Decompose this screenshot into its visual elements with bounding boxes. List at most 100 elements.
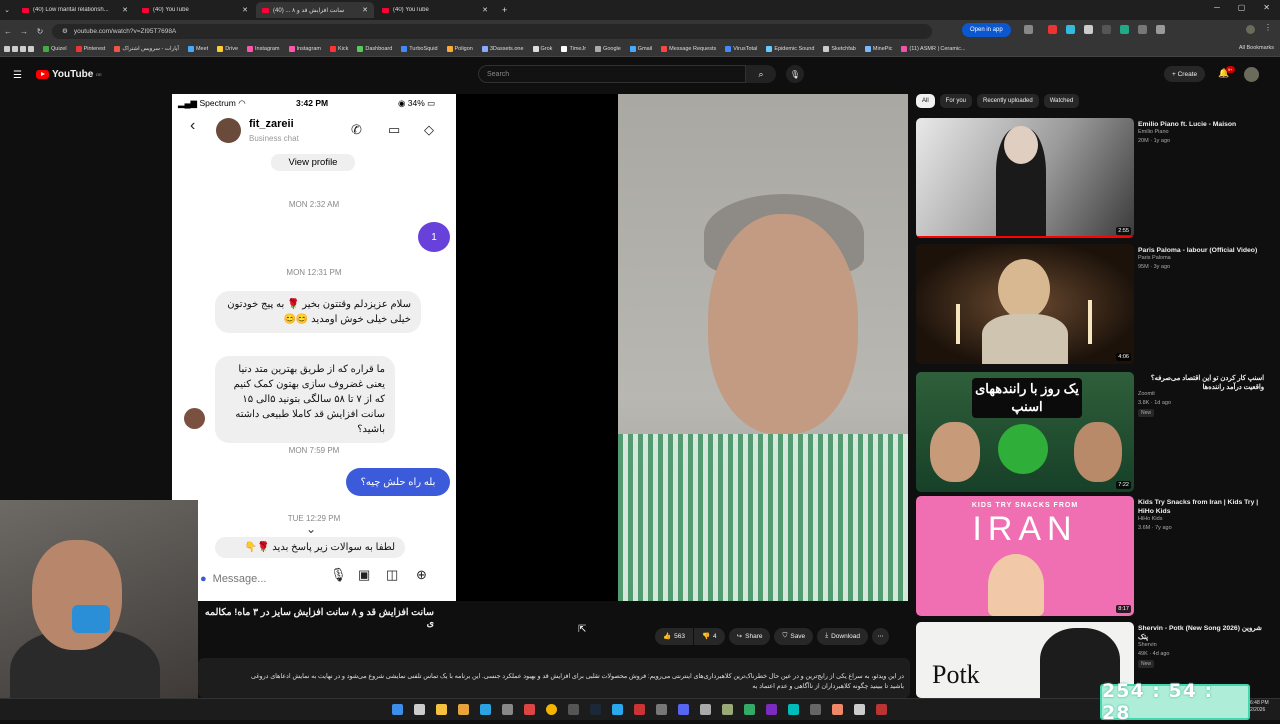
bookmark-item[interactable]: Message Requests	[661, 46, 716, 52]
minimize-icon[interactable]: ─	[1214, 3, 1220, 12]
video-thumbnail[interactable]: یک روز با رانندههای اسنپ 7:22	[916, 372, 1134, 492]
card-title[interactable]: Shervin - Potk (New Song 2026) شروین پتک	[1138, 624, 1264, 642]
new-tab-button[interactable]: +	[502, 5, 507, 15]
bookmark-item[interactable]: Pinterest	[75, 46, 105, 52]
download-button[interactable]: ⤓ Download	[817, 627, 868, 645]
youtube-logo[interactable]: YouTube DE	[36, 69, 102, 80]
dislike-button[interactable]: 👎 4	[693, 627, 725, 645]
tab-search-icon[interactable]: ⌄	[0, 6, 14, 14]
video-description[interactable]: در این ویدئو، به سراغ یکی از رایج‌ترین و…	[198, 658, 910, 698]
bookmark-item[interactable]: (11) ASMR | Ceramic...	[901, 46, 965, 52]
chip-recently-uploaded[interactable]: Recently uploaded	[977, 94, 1039, 108]
bookmark-item[interactable]: TimeJr	[561, 46, 586, 52]
bookmark-item[interactable]: 3Dassets.one	[481, 46, 524, 52]
file-explorer-icon[interactable]	[436, 704, 447, 715]
bookmark-item[interactable]: Drive	[217, 46, 238, 52]
related-video-card[interactable]: یک روز با رانندههای اسنپ 7:22 اسنپ کار ک…	[916, 372, 1266, 492]
avatar[interactable]	[1244, 67, 1259, 82]
app-icon[interactable]	[766, 704, 777, 715]
chip-all[interactable]: All	[916, 94, 935, 108]
card-channel[interactable]: Paris Paloma	[1138, 255, 1171, 261]
star-icon[interactable]	[1024, 25, 1033, 34]
create-button[interactable]: + Create	[1164, 66, 1206, 82]
bookmark-item[interactable]: Sketchfab	[823, 46, 856, 52]
back-icon[interactable]: ←	[0, 27, 16, 36]
app-icon[interactable]	[722, 704, 733, 715]
video-thumbnail[interactable]: KIDS TRY SNACKS FROM IRAN 8:17	[916, 496, 1134, 616]
video-player[interactable]: ▂▄▆ Spectrum ◠ 3:42 PM ◉ 34% ▭ ‹ fit_zar…	[172, 94, 908, 601]
site-info-icon[interactable]: ⚙	[62, 27, 68, 35]
settings-gear-icon[interactable]	[502, 704, 513, 715]
forward-icon[interactable]: →	[16, 27, 32, 36]
bookmark-item[interactable]: Instagram	[247, 46, 280, 52]
extension-icon[interactable]	[1084, 25, 1093, 34]
bookmark-item[interactable]: Meet	[187, 46, 208, 52]
chip-watched[interactable]: Watched	[1043, 94, 1080, 108]
profile-icon[interactable]	[1246, 25, 1255, 34]
card-channel[interactable]: Zoomit	[1138, 391, 1155, 397]
bookmark-item[interactable]: Kick	[329, 46, 348, 52]
bookmark-item[interactable]: Quizel	[43, 46, 67, 52]
open-in-app-button[interactable]: Open in app	[962, 23, 1011, 37]
app-icon[interactable]	[656, 704, 667, 715]
reload-icon[interactable]: ↻	[32, 27, 48, 36]
video-thumbnail[interactable]: 4:06	[916, 244, 1134, 364]
search-button[interactable]: ⌕	[746, 65, 776, 83]
bookmark-item[interactable]: آپارات - سرویس اشتراک	[114, 46, 179, 52]
bookmark-item[interactable]: Gmail	[629, 46, 652, 52]
app-icon[interactable]	[568, 704, 579, 715]
card-title[interactable]: Kids Try Snacks from Iran | Kids Try | H…	[1138, 498, 1264, 516]
app-icon[interactable]	[876, 704, 887, 715]
apps-icon[interactable]	[4, 46, 34, 52]
app-icon[interactable]	[634, 704, 645, 715]
search-input[interactable]: Search	[478, 65, 746, 83]
bookmark-item[interactable]: Epidemic Sound	[766, 46, 814, 52]
browser-tab[interactable]: (40) Low marital relationsh... ✕	[16, 2, 134, 18]
extension-icon[interactable]	[1102, 25, 1111, 34]
bookmark-item[interactable]: Instagram	[288, 46, 321, 52]
mail-icon[interactable]	[480, 704, 491, 715]
bookmark-item[interactable]: TurboSquid	[401, 46, 438, 52]
card-title[interactable]: اسنپ کار کردن تو این اقتصاد می‌صرفه؟ واق…	[1138, 374, 1264, 392]
extension-icon[interactable]	[1066, 25, 1075, 34]
app-icon[interactable]	[700, 704, 711, 715]
bookmark-item[interactable]: Dashboard	[357, 46, 392, 52]
hamburger-menu-icon[interactable]: ☰	[13, 70, 22, 81]
steam-icon[interactable]	[590, 704, 601, 715]
card-channel[interactable]: Shervin	[1138, 642, 1157, 648]
extensions-icon[interactable]	[1156, 25, 1165, 34]
card-title[interactable]: Emilio Piano ft. Lucie - Maison	[1138, 120, 1264, 129]
bookmark-item[interactable]: Poligon	[446, 46, 473, 52]
voice-search-button[interactable]: 🎙	[786, 65, 804, 83]
chip-for-you[interactable]: For you	[939, 94, 973, 108]
close-tab-icon[interactable]: ✕	[482, 6, 488, 14]
card-title[interactable]: Paris Paloma - labour (Official Video)	[1138, 246, 1264, 255]
extension-icon[interactable]	[1048, 25, 1057, 34]
more-actions-button[interactable]: ⋯	[871, 627, 889, 645]
bookmark-item[interactable]: VirusTotal	[725, 46, 757, 52]
app-icon[interactable]	[854, 704, 865, 715]
menu-dots-icon[interactable]: ⋮	[1264, 23, 1273, 32]
task-view-icon[interactable]	[414, 704, 425, 715]
chrome-icon[interactable]	[546, 704, 557, 715]
video-thumbnail[interactable]: 2:55	[916, 118, 1134, 238]
share-button[interactable]: ↪ Share	[728, 627, 771, 645]
app-icon[interactable]	[524, 704, 535, 715]
bookmark-item[interactable]: MinePic	[864, 46, 892, 52]
save-button[interactable]: ⛉ Save	[774, 627, 814, 645]
bookmark-item[interactable]: Grok	[532, 46, 552, 52]
app-icon[interactable]	[744, 704, 755, 715]
extension-icon[interactable]	[1138, 25, 1147, 34]
app-icon[interactable]	[810, 704, 821, 715]
discord-icon[interactable]	[678, 704, 689, 715]
close-window-icon[interactable]: ✕	[1263, 3, 1270, 12]
browser-tab[interactable]: (40) YouTube ✕	[376, 2, 494, 18]
related-video-card[interactable]: 2:55 Emilio Piano ft. Lucie - Maison Emi…	[916, 118, 1266, 238]
close-tab-icon[interactable]: ✕	[122, 6, 128, 14]
maximize-icon[interactable]: ▢	[1238, 3, 1246, 12]
telegram-icon[interactable]	[612, 704, 623, 715]
card-channel[interactable]: HiHo Kids	[1138, 516, 1162, 522]
close-tab-icon[interactable]: ✕	[242, 6, 248, 14]
start-menu-icon[interactable]	[392, 704, 403, 715]
search-app-icon[interactable]	[458, 704, 469, 715]
